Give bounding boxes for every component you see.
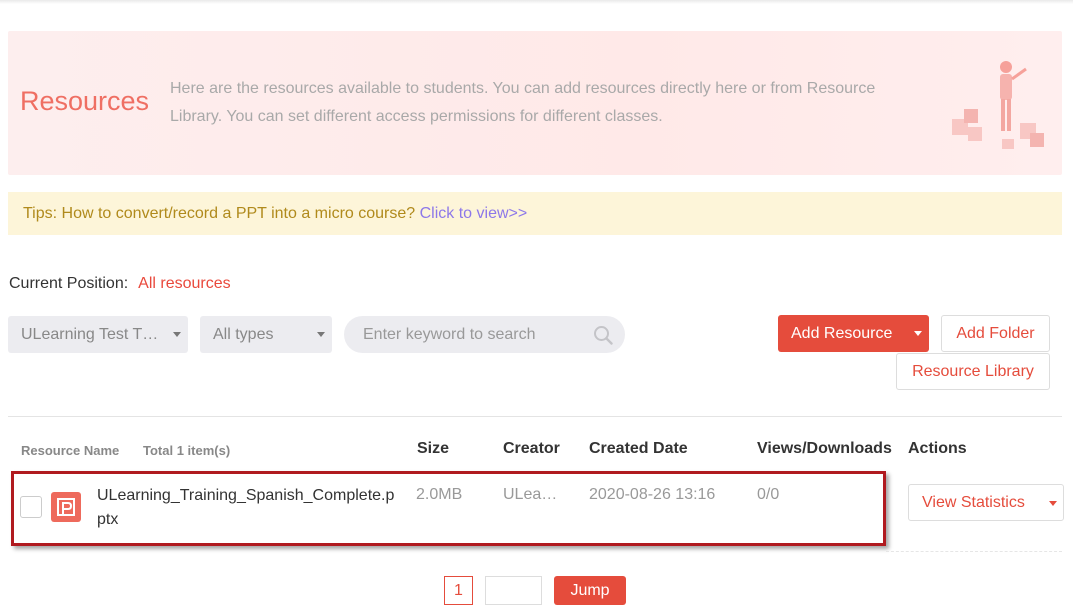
chevron-down-icon <box>317 332 325 337</box>
course-select[interactable]: ULearning Test T… <box>8 316 188 353</box>
column-header-views: Views/Downloads <box>757 440 892 457</box>
breadcrumb: Current Position: All resources <box>9 275 231 293</box>
chevron-down-icon <box>173 332 181 337</box>
column-header-size: Size <box>417 440 450 457</box>
resource-name-link[interactable]: ULearning_Training_Spanish_Complete.pptx <box>97 484 397 532</box>
page-number-current[interactable]: 1 <box>444 576 473 605</box>
column-header-name: Resource Name <box>21 443 120 458</box>
column-header-created-date: Created Date <box>589 440 688 457</box>
view-statistics-button[interactable]: View Statistics <box>908 484 1064 521</box>
row-divider <box>886 551 1062 552</box>
tips-bar: Tips: How to convert/record a PPT into a… <box>8 192 1062 235</box>
view-statistics-label: View Statistics <box>922 494 1025 511</box>
course-select-value: ULearning Test T… <box>21 326 159 343</box>
add-resource-button[interactable]: Add Resource <box>778 315 929 352</box>
resource-library-button[interactable]: Resource Library <box>896 353 1050 390</box>
resource-creator: ULea… <box>503 486 558 503</box>
row-checkbox[interactable] <box>20 496 42 518</box>
chevron-down-icon[interactable] <box>1049 501 1057 506</box>
resource-views: 0/0 <box>757 486 780 503</box>
search-icon[interactable] <box>593 325 613 345</box>
chevron-down-icon <box>914 331 922 336</box>
add-resource-label: Add Resource <box>791 325 893 342</box>
resources-illustration-icon <box>952 61 1044 149</box>
add-folder-button[interactable]: Add Folder <box>941 315 1050 352</box>
search-box <box>344 316 625 353</box>
resources-banner: Resources Here are the resources availab… <box>8 31 1062 175</box>
resource-created-date: 2020-08-26 13:16 <box>589 486 716 503</box>
divider <box>8 416 1062 417</box>
total-count: Total 1 item(s) <box>143 443 231 458</box>
search-input[interactable] <box>363 316 593 353</box>
page-title: Resources <box>20 86 150 116</box>
column-header-actions: Actions <box>908 440 967 457</box>
jump-button[interactable]: Jump <box>554 576 626 605</box>
type-select[interactable]: All types <box>200 316 332 353</box>
ppt-file-icon <box>51 492 81 522</box>
tips-text: Tips: How to convert/record a PPT into a… <box>23 205 420 222</box>
add-resource-dropdown[interactable] <box>907 315 929 352</box>
resource-size: 2.0MB <box>416 486 463 503</box>
breadcrumb-all-resources[interactable]: All resources <box>138 275 230 292</box>
position-label: Current Position: <box>9 275 129 292</box>
page-jump-input[interactable] <box>485 576 542 605</box>
tips-link[interactable]: Click to view>> <box>420 205 528 222</box>
type-select-value: All types <box>213 326 274 343</box>
top-shadow <box>0 0 1073 4</box>
banner-description: Here are the resources available to stud… <box>170 80 876 125</box>
column-header-creator: Creator <box>503 440 560 457</box>
